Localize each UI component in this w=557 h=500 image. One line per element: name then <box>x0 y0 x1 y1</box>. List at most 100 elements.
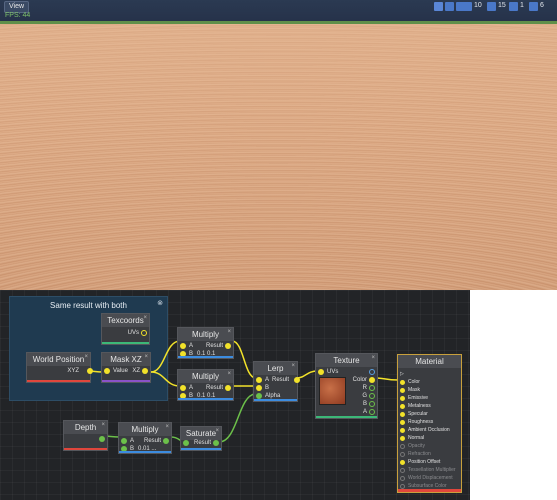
node-title: Lerp × <box>254 362 297 375</box>
rotate-icon[interactable] <box>445 1 454 11</box>
material-input-row[interactable]: Refraction <box>400 451 431 457</box>
input-pin-value[interactable] <box>104 368 110 374</box>
output-pin-a[interactable] <box>369 409 375 415</box>
material-input-label: Metalness <box>408 403 431 409</box>
output-pin-result[interactable] <box>213 440 219 446</box>
input-pin[interactable] <box>400 475 405 481</box>
input-pin[interactable] <box>400 403 405 409</box>
input-pin[interactable] <box>400 427 405 433</box>
input-pin-a[interactable] <box>180 343 186 349</box>
node-title: World Position × <box>27 353 90 366</box>
node-multiply-3[interactable]: Multiply × A Result B 0.01 ... <box>118 422 172 454</box>
close-icon[interactable]: × <box>144 351 148 364</box>
node-title: Texcoords × <box>102 314 149 327</box>
toolbar-stat-b[interactable]: 15 <box>487 1 506 11</box>
input-pin-a[interactable] <box>121 438 127 444</box>
close-icon[interactable]: × <box>227 368 231 381</box>
material-input-label: Color <box>408 379 420 385</box>
close-icon[interactable]: × <box>215 425 219 438</box>
toolbar-icons-group[interactable] <box>434 1 465 11</box>
close-icon[interactable]: × <box>291 360 295 373</box>
angle-icon <box>487 1 496 11</box>
node-mask-xz[interactable]: Mask XZ × Value XZ <box>101 352 151 383</box>
output-pin-result[interactable] <box>294 377 300 383</box>
node-bar <box>178 398 233 400</box>
close-icon[interactable]: × <box>165 421 169 434</box>
input-pin[interactable] <box>400 411 405 417</box>
input-pin[interactable] <box>400 443 405 449</box>
node-texture[interactable]: Texture × UVs Color R G B A <box>315 353 378 419</box>
input-pin[interactable] <box>400 467 405 473</box>
toolbar-count-a: 10 <box>474 2 482 9</box>
close-icon[interactable]: × <box>84 351 88 364</box>
pin-label-r: R <box>362 385 367 391</box>
input-pin[interactable] <box>400 483 405 489</box>
node-bar <box>398 489 461 492</box>
output-pin-color[interactable] <box>369 377 375 383</box>
input-pin-uvs[interactable] <box>318 369 324 375</box>
toolbar-stat-a[interactable]: 10 <box>463 1 482 11</box>
input-pin[interactable] <box>183 440 189 446</box>
node-title: Depth × <box>64 421 107 434</box>
output-pin-depth[interactable] <box>99 436 105 442</box>
close-icon[interactable]: × <box>143 312 147 325</box>
material-input-label: Tessellation Multiplier <box>408 467 456 473</box>
input-pin[interactable] <box>400 419 405 425</box>
3d-viewport[interactable] <box>0 0 557 290</box>
node-title: Multiply × <box>119 423 171 436</box>
material-input-row[interactable]: Normal <box>400 435 424 441</box>
node-multiply-2[interactable]: Multiply × A Result B 0.1 0.1 <box>177 369 234 401</box>
output-pin-result[interactable] <box>225 385 231 391</box>
material-input-row[interactable]: Roughness <box>400 419 433 425</box>
material-input-row[interactable]: Emissive <box>400 395 428 401</box>
output-pin-uvs[interactable] <box>141 330 147 336</box>
output-pin-b[interactable] <box>369 401 375 407</box>
pin-label-value: Value <box>113 368 128 374</box>
output-pin-top[interactable] <box>369 369 375 375</box>
output-pin-xz[interactable] <box>142 368 148 374</box>
input-pin[interactable] <box>400 459 405 465</box>
node-depth[interactable]: Depth × <box>63 420 108 451</box>
output-pin-g[interactable] <box>369 393 375 399</box>
output-pin-xyz[interactable] <box>87 368 93 374</box>
material-input-row[interactable]: Specular <box>400 411 428 417</box>
input-pin[interactable] <box>400 435 405 441</box>
material-input-row[interactable]: Metalness <box>400 403 431 409</box>
toolbar-stat-c[interactable]: 1 <box>509 1 524 11</box>
toolbar-stat-d[interactable]: 6 <box>529 1 544 11</box>
material-input-row[interactable]: Position Offset <box>400 459 440 465</box>
material-input-label: Roughness <box>408 419 434 425</box>
material-arrow-icon: ▷ <box>400 371 404 377</box>
material-input-row[interactable]: Opacity <box>400 443 425 449</box>
output-pin-result[interactable] <box>163 438 169 444</box>
material-input-row[interactable]: Tessellation Multiplier <box>400 467 456 473</box>
node-texcoords[interactable]: Texcoords × UVs <box>101 313 150 345</box>
input-pin-a[interactable] <box>256 377 262 383</box>
node-saturate[interactable]: Saturate × Result <box>180 426 222 451</box>
node-lerp[interactable]: Lerp × A Result B Alpha <box>253 361 300 402</box>
texture-thumbnail[interactable] <box>319 377 346 405</box>
material-input-label: Ambient Occlusion <box>408 427 450 433</box>
node-world-position[interactable]: World Position × XYZ <box>26 352 93 383</box>
input-pin[interactable] <box>400 395 405 401</box>
input-pin[interactable] <box>400 379 405 385</box>
close-icon[interactable]: × <box>371 352 375 365</box>
viewport-top-accent <box>0 21 557 24</box>
material-input-row[interactable]: World Displacement <box>400 475 453 481</box>
node-multiply-1[interactable]: Multiply × A Result B 0.1 0.1 <box>177 327 234 359</box>
material-input-row[interactable]: Color <box>400 379 420 385</box>
move-icon[interactable] <box>434 1 443 11</box>
input-pin[interactable] <box>400 451 405 457</box>
input-pin-a[interactable] <box>180 385 186 391</box>
close-icon[interactable]: × <box>101 419 105 432</box>
input-pin[interactable] <box>400 387 405 393</box>
input-pin-b[interactable] <box>256 385 262 391</box>
output-pin-result[interactable] <box>225 343 231 349</box>
pin-label-xyz: XYZ <box>67 368 79 374</box>
output-pin-r[interactable] <box>369 385 375 391</box>
material-input-label: Normal <box>408 435 425 441</box>
node-material[interactable]: Material ▷ Color Mask Emissive Metalness Spe… <box>397 354 462 493</box>
close-icon[interactable]: × <box>227 326 231 339</box>
material-input-row[interactable]: Mask <box>400 387 420 393</box>
material-input-row[interactable]: Ambient Occlusion <box>400 427 450 433</box>
